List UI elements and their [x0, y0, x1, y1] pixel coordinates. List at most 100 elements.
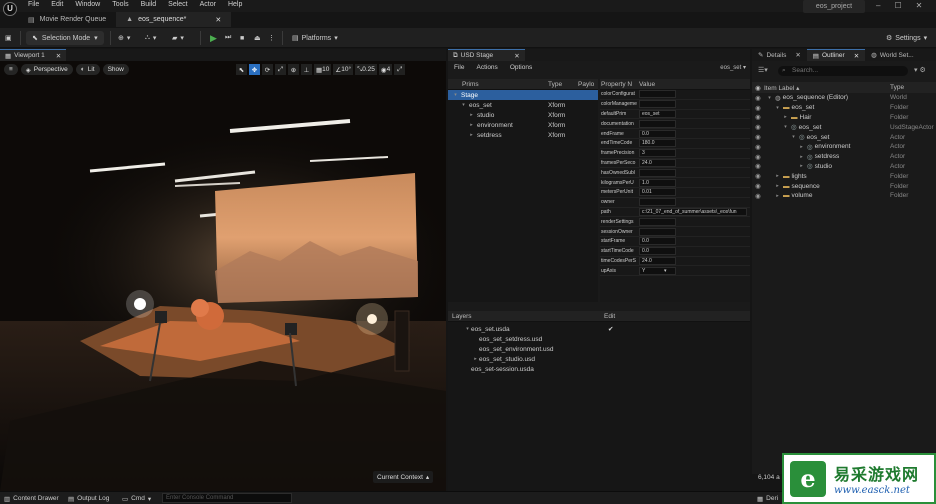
property-value[interactable]: [639, 168, 676, 177]
menu-actor[interactable]: Actor: [200, 1, 216, 8]
outliner-row[interactable]: ◉ ▸ ▬ volume Folder: [752, 191, 936, 201]
eye-icon[interactable]: ◉: [752, 162, 764, 170]
close-tab-icon[interactable]: ✕: [56, 52, 61, 60]
props-col-value[interactable]: Value: [639, 81, 655, 88]
eye-icon[interactable]: ◉: [752, 123, 764, 131]
usd-menu-options[interactable]: Options: [510, 64, 532, 76]
outliner-search-input[interactable]: ⌕ Search...: [778, 66, 908, 76]
property-value[interactable]: 24.0: [639, 256, 676, 265]
add-actor-button[interactable]: ⊕ ▾: [118, 31, 130, 45]
derived-data-button[interactable]: ▦ Deri: [757, 494, 778, 503]
world-local-icon[interactable]: ⊕: [288, 64, 299, 75]
outliner-settings-icon[interactable]: ▾ ⚙: [914, 66, 926, 74]
prim-row[interactable]: ▸ setdress Xform: [448, 130, 598, 140]
show-button[interactable]: Show: [102, 64, 129, 75]
close-tab-icon[interactable]: ✕: [514, 52, 519, 60]
usd-menu-actions[interactable]: Actions: [476, 64, 497, 76]
layer-row[interactable]: ▸ eos_set_studio.usd: [448, 354, 750, 364]
usd-menu-file[interactable]: File: [454, 64, 464, 76]
outliner-row[interactable]: ◉ ▾ ◎ eos_set Actor: [752, 132, 936, 142]
translate-tool-icon[interactable]: ✥: [249, 64, 260, 75]
cmd-button[interactable]: ▭ Cmd ▾: [122, 494, 151, 503]
eye-icon[interactable]: ◉: [752, 192, 764, 200]
eye-icon[interactable]: ◉: [752, 153, 764, 161]
eye-icon[interactable]: ◉: [752, 104, 764, 112]
expand-arrow-icon[interactable]: ▸: [472, 356, 479, 362]
maximize-viewport-icon[interactable]: ⤢: [394, 64, 406, 75]
stop-button[interactable]: ■: [240, 31, 244, 45]
expand-arrow-icon[interactable]: ▸: [774, 183, 781, 189]
expand-arrow-icon[interactable]: ▸: [798, 154, 805, 160]
outliner-row[interactable]: ◉ ▾ ◍ eos_sequence (Editor) World: [752, 93, 936, 103]
menu-file[interactable]: File: [28, 1, 39, 8]
property-value[interactable]: Y: [639, 266, 676, 275]
expand-arrow-icon[interactable]: ▸: [798, 144, 805, 150]
viewport-menu-button[interactable]: ≡: [4, 64, 18, 75]
expand-arrow-icon[interactable]: ▸: [468, 112, 475, 118]
layer-row[interactable]: eos_set_environment.usd: [448, 344, 750, 354]
outliner-row[interactable]: ◉ ▸ ▬ Hair Folder: [752, 113, 936, 123]
blueprint-button[interactable]: ⛬ ▾: [145, 31, 156, 45]
eye-icon[interactable]: ◉: [752, 113, 764, 121]
expand-arrow-icon[interactable]: ▸: [782, 114, 789, 120]
cinematics-button[interactable]: ▰ ▾: [172, 31, 184, 45]
tab-eos-sequence[interactable]: ▲ eos_sequence* ✕: [116, 12, 232, 27]
edit-target-check[interactable]: ✔: [608, 325, 613, 333]
menu-select[interactable]: Select: [168, 1, 187, 8]
layer-row[interactable]: ▾ eos_set.usda ✔: [448, 324, 750, 334]
eye-icon[interactable]: ◉: [752, 182, 764, 190]
lit-button[interactable]: ◐ Lit: [75, 64, 100, 75]
grid-snap-button[interactable]: ▦ 10: [314, 64, 332, 75]
unreal-logo-icon[interactable]: U: [3, 2, 17, 16]
property-value[interactable]: 1.0: [639, 178, 676, 187]
tab-usd-stage[interactable]: ⧉ USD Stage ✕: [448, 49, 525, 61]
eject-button[interactable]: ⏏: [254, 31, 261, 45]
outliner-row[interactable]: ◉ ▸ ◎ environment Actor: [752, 142, 936, 152]
eye-icon[interactable]: ◉: [752, 172, 764, 180]
outliner-row[interactable]: ◉ ▸ ▬ sequence Folder: [752, 181, 936, 191]
expand-arrow-icon[interactable]: ▾: [464, 326, 471, 332]
settings-button[interactable]: ⚙ Settings ▾: [886, 31, 927, 45]
expand-arrow-icon[interactable]: ▾: [460, 102, 467, 108]
tab-viewport-1[interactable]: ▦ Viewport 1 ✕: [0, 49, 67, 61]
eye-icon[interactable]: ◉: [752, 143, 764, 151]
layer-row[interactable]: eos_set-session.usda: [448, 364, 750, 374]
outliner-row[interactable]: ◉ ▾ ▬ eos_set Folder: [752, 103, 936, 113]
outliner-col-label[interactable]: Item Label ▴: [764, 84, 890, 92]
rotation-snap-button[interactable]: ∠ 10°: [333, 64, 354, 75]
prims-col-name[interactable]: Prims: [448, 81, 548, 88]
eye-icon[interactable]: ◉: [752, 94, 764, 102]
property-value[interactable]: 0.0: [639, 247, 676, 256]
property-value[interactable]: [639, 198, 676, 207]
property-value[interactable]: [639, 119, 676, 128]
advance-frame-button[interactable]: ⏭: [225, 31, 231, 45]
expand-arrow-icon[interactable]: ▾: [452, 92, 459, 98]
property-value[interactable]: 24.0: [639, 158, 676, 167]
select-tool-icon[interactable]: ⬉: [236, 64, 247, 75]
outliner-row[interactable]: ◉ ▸ ◎ setdress Actor: [752, 152, 936, 162]
eye-icon[interactable]: ◉: [752, 133, 764, 141]
layers-col-name[interactable]: Layers: [448, 313, 604, 320]
expand-arrow-icon[interactable]: ▾: [782, 124, 789, 130]
layers-col-edit[interactable]: Edit: [604, 313, 615, 320]
platforms-button[interactable]: ▤ Platforms ▾: [292, 31, 338, 45]
selection-mode-button[interactable]: ⬉ Selection Mode ▾: [26, 31, 104, 45]
expand-arrow-icon[interactable]: ▾: [774, 105, 781, 111]
scale-snap-button[interactable]: ⤡ 0.25: [355, 64, 377, 75]
property-value[interactable]: [639, 90, 676, 99]
close-icon[interactable]: ✕: [916, 1, 923, 10]
prim-row[interactable]: ▸ studio Xform: [448, 110, 598, 120]
prim-row[interactable]: ▸ environment Xform: [448, 120, 598, 130]
tab-details[interactable]: ✎ Details ✕: [752, 49, 807, 61]
save-icon[interactable]: ▣: [5, 31, 12, 45]
filter-icon[interactable]: ☰▾: [758, 66, 768, 74]
menu-window[interactable]: Window: [75, 1, 100, 8]
output-log-button[interactable]: ▤ Output Log: [68, 494, 109, 503]
props-col-name[interactable]: Property N: [600, 81, 639, 88]
menu-help[interactable]: Help: [228, 1, 242, 8]
play-button[interactable]: ▶: [210, 31, 217, 45]
expand-arrow-icon[interactable]: ▸: [468, 132, 475, 138]
expand-arrow-icon[interactable]: ▾: [766, 95, 773, 101]
expand-arrow-icon[interactable]: ▾: [790, 134, 797, 140]
property-value[interactable]: [639, 100, 676, 109]
